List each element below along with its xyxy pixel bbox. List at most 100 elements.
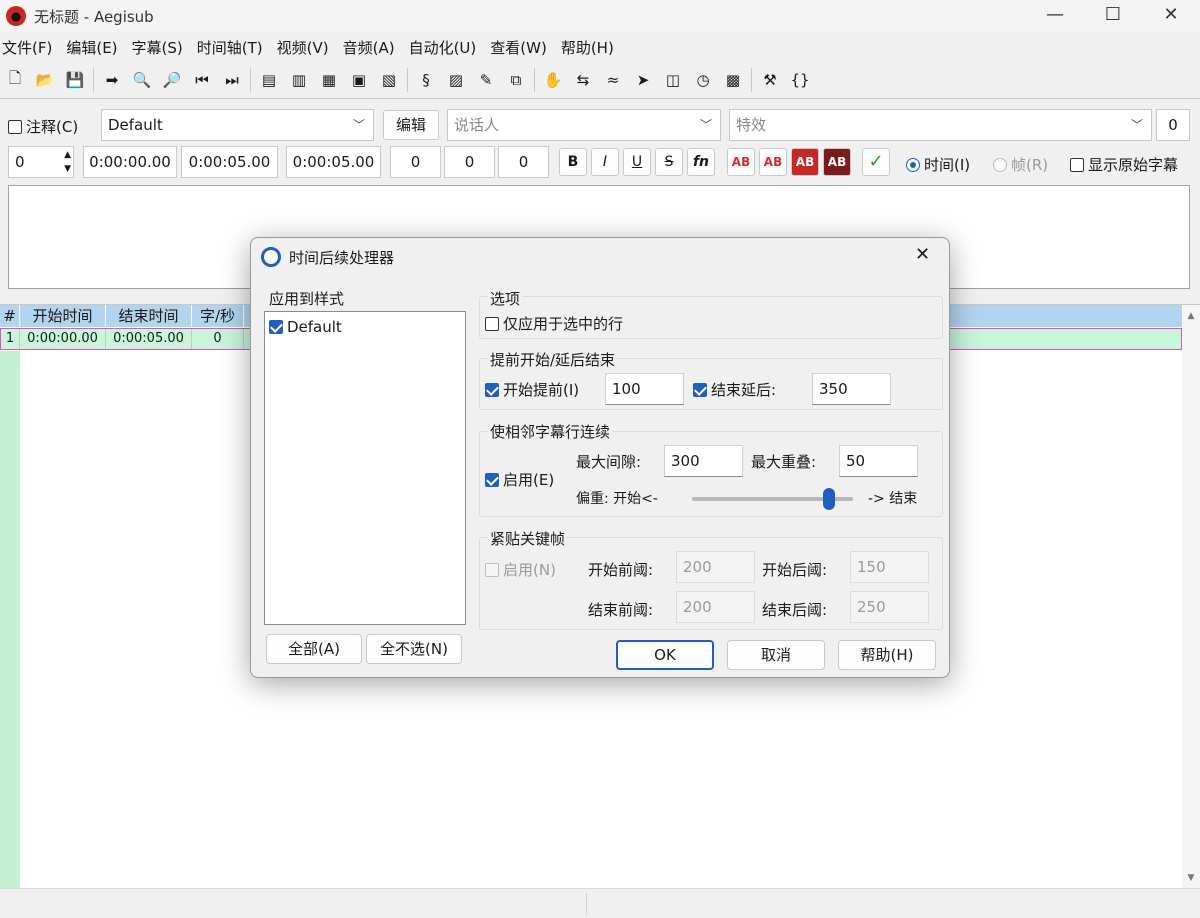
secondary-color-button[interactable]: AB xyxy=(759,148,787,176)
menu-automation[interactable]: 自动化(U) xyxy=(402,34,484,62)
video-snap-start-icon[interactable]: ⏮ xyxy=(190,68,214,92)
style-dropdown[interactable]: Default ﹀ xyxy=(101,109,374,141)
cancel-button[interactable]: 取消 xyxy=(727,640,825,670)
jump-to-icon[interactable]: ➡ xyxy=(100,68,124,92)
resample-icon[interactable]: ➤ xyxy=(631,68,655,92)
lead-out-checkbox[interactable]: 结束延后: xyxy=(693,379,776,400)
font-button[interactable]: fn xyxy=(687,148,715,176)
translation-icon[interactable]: ✎ xyxy=(474,68,498,92)
layer-spinner[interactable]: 0 ▲ ▼ xyxy=(8,146,74,178)
close-window-button[interactable]: ✕ xyxy=(1142,0,1200,32)
toolbar-separator xyxy=(250,68,251,92)
kanji-timer-icon[interactable]: ⧉ xyxy=(504,68,528,92)
scroll-down-icon[interactable]: ▼ xyxy=(1182,873,1200,883)
select-lines-icon[interactable]: ≈ xyxy=(601,68,625,92)
lead-out-input[interactable]: 350 xyxy=(812,373,891,405)
spin-arrows-icon[interactable]: ▲ ▼ xyxy=(64,148,71,176)
main-toolbar: 🗋 📂 💾 ➡ 🔍 🔎 ⏮ ⏭ ▤ ▥ ▦ ▣ ▧ § ▨ ✎ ⧉ ✋ ⇆ ≈ ➤ ◫ ◷ ▩ ⚒{} xyxy=(0,64,1200,96)
strikeout-button[interactable]: S xyxy=(655,148,683,176)
menu-video[interactable]: 视频(V) xyxy=(270,34,336,62)
col-cps: 字/秒 xyxy=(192,305,244,327)
italic-button[interactable]: I xyxy=(591,148,619,176)
menu-view[interactable]: 查看(W) xyxy=(483,34,554,62)
only-selected-checkbox[interactable]: 仅应用于选中的行 xyxy=(485,313,623,334)
timer-icon[interactable]: ◫ xyxy=(661,68,685,92)
tags-icon[interactable]: {} xyxy=(788,68,812,92)
edit-style-button[interactable]: 编辑 xyxy=(383,110,439,140)
comment-checkbox[interactable]: 注释(C) xyxy=(8,116,78,137)
row-number: 1 xyxy=(1,329,20,349)
resolution-icon[interactable]: ▣ xyxy=(347,68,371,92)
menu-subtitle[interactable]: 字幕(S) xyxy=(125,34,190,62)
menu-audio[interactable]: 音频(A) xyxy=(336,34,402,62)
kf-before-end-input[interactable]: 200 xyxy=(676,591,755,623)
options-icon[interactable]: ⚒ xyxy=(758,68,782,92)
primary-color-button[interactable]: AB xyxy=(727,148,755,176)
properties-icon[interactable]: ▧ xyxy=(377,68,401,92)
styles-manager-icon[interactable]: ▤ xyxy=(257,68,281,92)
bias-slider-thumb[interactable] xyxy=(822,488,835,510)
scroll-up-icon[interactable]: ▲ xyxy=(1182,311,1200,321)
margin-left-input[interactable]: 0 xyxy=(390,146,441,178)
attachments-icon[interactable]: ▥ xyxy=(287,68,311,92)
menu-edit[interactable]: 编辑(E) xyxy=(59,34,124,62)
menu-timing[interactable]: 时间轴(T) xyxy=(190,34,270,62)
stopwatch-icon xyxy=(261,247,281,267)
duration-input[interactable]: 0:00:05.00 xyxy=(286,146,381,178)
start-time-input[interactable]: 0:00:00.00 xyxy=(83,146,177,178)
subtitle-check-icon[interactable]: ▩ xyxy=(721,68,745,92)
margin-right-input[interactable]: 0 xyxy=(444,146,495,178)
ok-button[interactable]: OK xyxy=(616,640,714,670)
aegisub-logo-icon xyxy=(6,6,26,26)
menu-bar: 文件(F) 编辑(E) 字幕(S) 时间轴(T) 视频(V) 音频(A) 自动化… xyxy=(0,34,621,62)
timing-postprocessor-icon[interactable]: ✋ xyxy=(541,68,565,92)
underline-button[interactable]: U xyxy=(623,148,651,176)
spell-check-icon[interactable]: ▨ xyxy=(444,68,468,92)
kf-before-start-input[interactable]: 200 xyxy=(676,551,755,583)
dialog-close-button[interactable]: ✕ xyxy=(915,244,930,265)
styles-list[interactable]: Default xyxy=(264,311,466,625)
kf-after-start-input[interactable]: 150 xyxy=(850,551,929,583)
bold-button[interactable]: B xyxy=(559,148,587,176)
open-file-icon[interactable]: 📂 xyxy=(33,68,57,92)
shift-times-icon[interactable]: ⇆ xyxy=(571,68,595,92)
end-time-input[interactable]: 0:00:05.00 xyxy=(181,146,278,178)
frame-radio[interactable]: 帧(R) xyxy=(993,154,1048,175)
chevron-down-icon: ﹀ xyxy=(352,118,365,132)
styling-assistant-icon[interactable]: ◷ xyxy=(691,68,715,92)
adjacent-enable-checkbox[interactable]: 启用(E) xyxy=(485,469,554,490)
video-snap-end-icon[interactable]: ⏭ xyxy=(220,68,244,92)
outline-color-button[interactable]: AB xyxy=(791,148,819,176)
lead-in-input[interactable]: 100 xyxy=(605,373,684,405)
kf-after-end-input[interactable]: 250 xyxy=(850,591,929,623)
effect-dropdown[interactable]: 特效 ﹀ xyxy=(729,109,1152,141)
select-none-button[interactable]: 全不选(N) xyxy=(366,634,462,664)
zoom-out-icon[interactable]: 🔎 xyxy=(160,68,184,92)
max-gap-input[interactable]: 300 xyxy=(664,445,743,477)
minimize-button[interactable]: — xyxy=(1026,0,1084,32)
select-all-button[interactable]: 全部(A) xyxy=(266,634,362,664)
grid-scrollbar[interactable]: ▲ ▼ xyxy=(1182,305,1200,889)
keyframe-enable-checkbox[interactable]: 启用(N) xyxy=(485,559,556,580)
lead-in-checkbox[interactable]: 开始提前(I) xyxy=(485,379,579,400)
actor-dropdown[interactable]: 说话人 ﹀ xyxy=(447,109,721,141)
list-item[interactable]: Default xyxy=(269,318,342,336)
zoom-in-icon[interactable]: 🔍 xyxy=(130,68,154,92)
maximize-button[interactable]: ☐ xyxy=(1084,0,1142,32)
margin-vertical-input[interactable]: 0 xyxy=(498,146,549,178)
shadow-color-button[interactable]: AB xyxy=(823,148,851,176)
timing-postprocessor-dialog: 时间后续处理器 ✕ 应用到样式 Default 全部(A) 全不选(N) 选项 … xyxy=(250,237,950,678)
kf-after-start-label: 开始后阈: xyxy=(762,561,828,579)
new-file-icon[interactable]: 🗋 xyxy=(3,68,27,92)
row-cps: 0 xyxy=(192,329,244,349)
max-overlap-input[interactable]: 50 xyxy=(839,445,918,477)
menu-file[interactable]: 文件(F) xyxy=(0,34,59,62)
show-original-checkbox[interactable]: 显示原始字幕 xyxy=(1070,154,1178,175)
fonts-collector-icon[interactable]: ▦ xyxy=(317,68,341,92)
automation-icon[interactable]: § xyxy=(414,68,438,92)
help-button[interactable]: 帮助(H) xyxy=(838,640,936,670)
save-icon[interactable]: 💾 xyxy=(63,68,87,92)
menu-help[interactable]: 帮助(H) xyxy=(554,34,621,62)
commit-checkmark-icon[interactable]: ✓ xyxy=(862,148,890,176)
time-radio[interactable]: 时间(I) xyxy=(906,154,970,175)
